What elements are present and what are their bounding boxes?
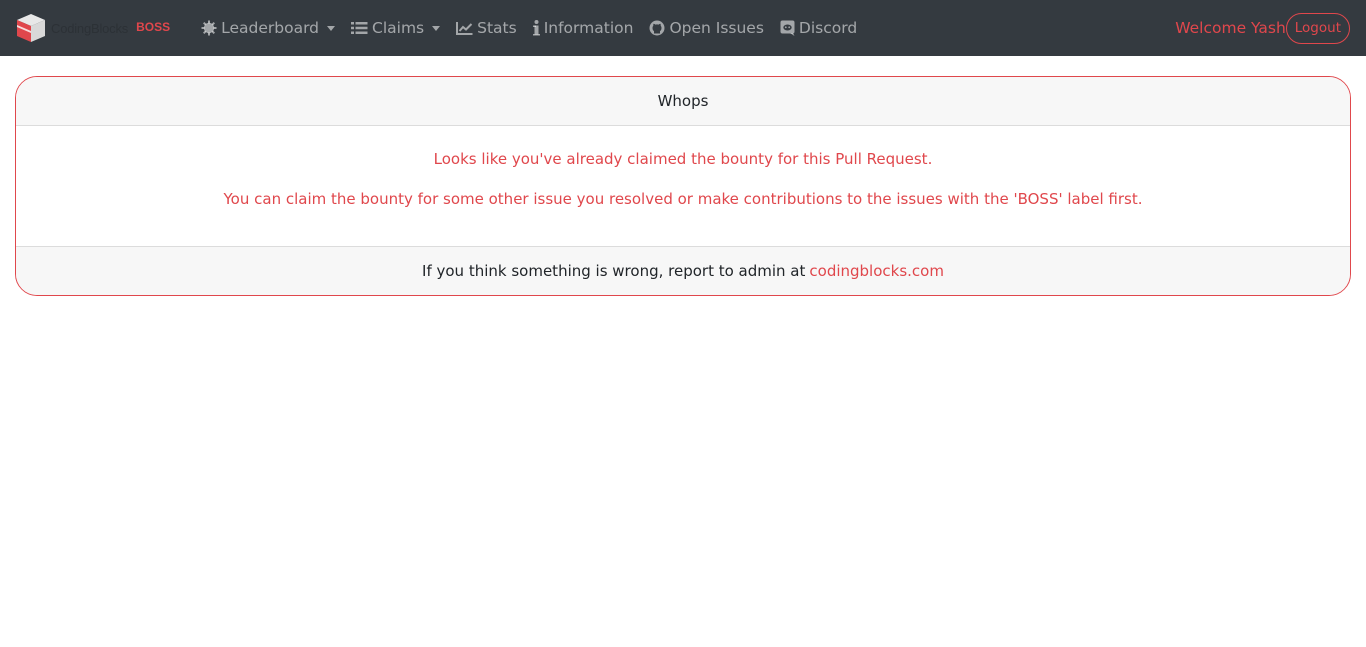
gear-icon [201, 20, 217, 36]
nav-claims-dropdown[interactable]: Claims [343, 0, 448, 56]
report-admin-text: If you think something is wrong, report … [422, 262, 806, 280]
nav-stats-label: Stats [477, 19, 517, 37]
chart-line-icon [456, 21, 473, 35]
nav-information-link[interactable]: Information [525, 0, 642, 56]
user-area: Welcome Yash Logout [1175, 0, 1350, 56]
chevron-down-icon [327, 26, 336, 31]
error-card: Whops Looks like you've already claimed … [15, 76, 1351, 296]
nav-leaderboard-dropdown[interactable]: Leaderboard [193, 0, 343, 56]
info-icon [532, 20, 540, 36]
nav-open-issues-label: Open Issues [669, 19, 764, 37]
github-icon [649, 20, 665, 36]
list-icon [351, 21, 368, 35]
codingblocks-link[interactable]: codingblocks.com [809, 262, 944, 280]
discord-icon [780, 20, 795, 36]
nav-claims-label: Claims [372, 19, 425, 37]
nav-open-issues-link[interactable]: Open Issues [641, 0, 771, 56]
brand-product-label: BOSS [136, 20, 171, 34]
logout-button[interactable]: Logout [1285, 12, 1350, 44]
already-claimed-message: Looks like you've already claimed the bo… [433, 150, 933, 168]
card-body: Looks like you've already claimed the bo… [16, 126, 1350, 247]
chevron-down-icon [432, 26, 441, 31]
nav-stats-link[interactable]: Stats [448, 0, 525, 56]
card-header: Whops [16, 77, 1350, 126]
claim-other-issue-message: You can claim the bounty for some other … [223, 190, 1143, 208]
brand-link[interactable]: CodingBlocks BOSS [15, 0, 170, 56]
cube-logo-icon [17, 14, 45, 42]
nav-information-label: Information [543, 19, 634, 37]
brand-name: CodingBlocks [51, 20, 129, 36]
card-title: Whops [657, 92, 709, 110]
nav-leaderboard-label: Leaderboard [221, 19, 320, 37]
main-nav: Leaderboard Claims Stats Information Ope… [193, 0, 865, 56]
welcome-text: Welcome Yash [1175, 19, 1286, 37]
nav-discord-label: Discord [798, 19, 858, 37]
navbar: CodingBlocks BOSS Leaderboard Claims Sta… [0, 0, 1366, 56]
nav-discord-link[interactable]: Discord [772, 0, 865, 56]
card-footer: If you think something is wrong, report … [16, 246, 1350, 295]
